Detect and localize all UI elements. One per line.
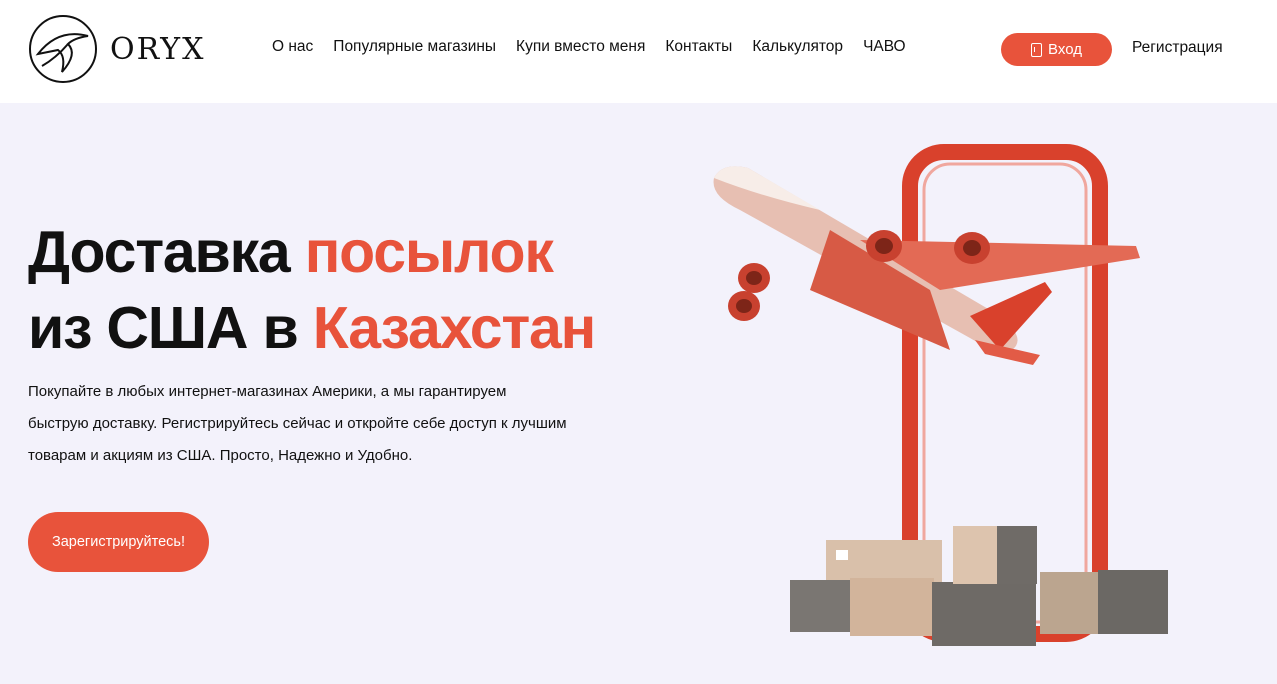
door-icon — [1031, 42, 1043, 57]
oryx-logo-icon — [29, 15, 97, 83]
hero-title-line2-dark: из США в — [28, 295, 313, 361]
airplane-phone-boxes-illustration — [713, 144, 1168, 646]
logo[interactable]: ORYX — [28, 14, 205, 84]
nav-item-about[interactable]: О нас — [272, 38, 313, 56]
register-cta-button[interactable]: Зарегистрируйтесь! — [28, 512, 209, 572]
login-button[interactable]: Вход — [1001, 33, 1112, 66]
nav-item-contacts[interactable]: Контакты — [665, 38, 732, 56]
register-link[interactable]: Регистрация — [1132, 39, 1223, 57]
nav-item-popular-stores[interactable]: Популярные магазины — [333, 38, 496, 56]
nav-item-faq[interactable]: ЧАВО — [863, 38, 906, 56]
hero-title: Доставка посылок из США в Казахстан — [28, 214, 597, 366]
main-nav: О нас Популярные магазины Купи вместо ме… — [272, 38, 906, 56]
logo-text: ORYX — [110, 31, 206, 67]
hero-title-line2-accent: Казахстан — [312, 295, 597, 361]
login-label: Вход — [1048, 41, 1082, 58]
site-header: ORYX О нас Популярные магазины Купи вмес… — [0, 0, 1277, 103]
hero-title-line1-accent: посылок — [304, 219, 554, 285]
nav-item-calculator[interactable]: Калькулятор — [752, 38, 843, 56]
nav-item-buy-for-me[interactable]: Купи вместо меня — [516, 38, 645, 56]
hero-title-line1-dark: Доставка — [28, 219, 305, 285]
hero-description: Покупайте в любых интернет-магазинах Аме… — [28, 383, 567, 464]
